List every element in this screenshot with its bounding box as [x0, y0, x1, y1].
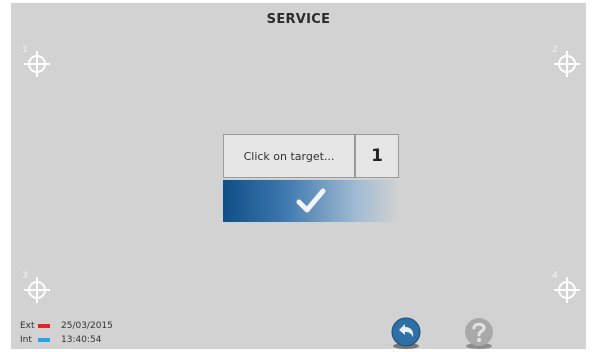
confirm-button[interactable]	[223, 180, 399, 222]
calibration-target-4[interactable]: 4	[552, 271, 581, 305]
status-time: 13:40:54	[61, 335, 102, 345]
target-counter: 1	[355, 134, 399, 178]
counter-value: 1	[371, 146, 383, 166]
service-screen: SERVICE 1 2 3 4 Click on target... 1 Ext…	[11, 3, 586, 349]
int-status: Int 13:40:54	[20, 335, 101, 345]
calibration-target-1[interactable]: 1	[22, 45, 51, 79]
calibration-prompt: Click on target...	[223, 134, 355, 178]
int-label: Int	[20, 335, 32, 345]
back-button[interactable]	[389, 316, 423, 349]
calibration-target-2[interactable]: 2	[552, 45, 581, 79]
crosshair-icon	[24, 277, 50, 303]
ext-status: Ext 25/03/2015	[20, 321, 113, 331]
status-date: 25/03/2015	[61, 321, 113, 331]
checkmark-icon	[296, 188, 326, 213]
crosshair-icon	[554, 51, 580, 77]
ext-label: Ext	[20, 321, 35, 331]
ext-color-swatch	[38, 324, 50, 328]
calibration-target-3[interactable]: 3	[22, 271, 51, 305]
prompt-text: Click on target...	[243, 149, 335, 163]
help-icon	[465, 318, 493, 349]
int-color-swatch	[38, 338, 50, 342]
page-title: SERVICE	[266, 12, 331, 27]
help-button[interactable]	[462, 316, 496, 349]
back-arrow-icon	[391, 317, 421, 349]
crosshair-icon	[24, 51, 50, 77]
crosshair-icon	[554, 277, 580, 303]
